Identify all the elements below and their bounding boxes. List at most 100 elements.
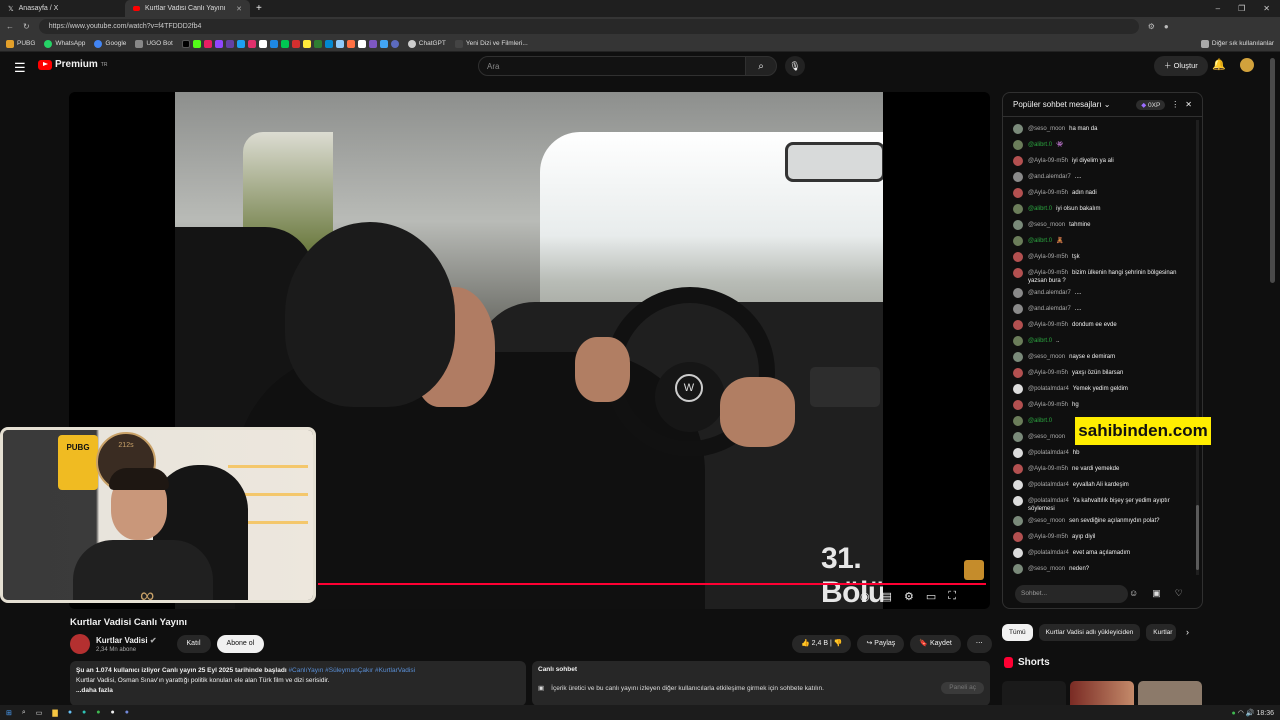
bookmark-icon[interactable]: [203, 39, 212, 48]
chat-message[interactable]: @seso_moon sen sevdiğine açılanmıydın pol…: [1003, 513, 1193, 529]
reload-icon[interactable]: ↻: [23, 22, 30, 31]
clock[interactable]: 18:36: [1256, 710, 1274, 717]
volume-icon[interactable]: 🔊: [1246, 710, 1255, 717]
like-button[interactable]: 👍 2,4 B | 👎: [792, 635, 852, 653]
bookmark-icon[interactable]: [225, 39, 234, 48]
subscribe-button[interactable]: Abone ol: [216, 635, 265, 653]
chat-message[interactable]: @polatalmdar4 Yemek yedim geldim: [1003, 381, 1193, 397]
chat-author-avatar[interactable]: [1013, 336, 1023, 346]
chat-author-avatar[interactable]: [1013, 204, 1023, 214]
chat-author-avatar[interactable]: [1013, 252, 1023, 262]
chevron-right-icon[interactable]: ›: [1186, 627, 1189, 637]
settings-gear-icon[interactable]: ⚙: [904, 590, 914, 603]
chat-author-avatar[interactable]: [1013, 532, 1023, 542]
chat-author-name[interactable]: @seso_moon: [1028, 222, 1065, 228]
chat-author-name[interactable]: @polatalmdar4: [1028, 450, 1069, 456]
wifi-icon[interactable]: ◠: [1238, 710, 1244, 717]
chat-input[interactable]: Sohbet...: [1015, 585, 1128, 603]
chat-author-name[interactable]: @seso_moon: [1028, 434, 1065, 440]
chat-author-avatar[interactable]: [1013, 464, 1023, 474]
autoplay-toggle-icon[interactable]: ◉: [860, 590, 870, 603]
app-icon[interactable]: ●: [96, 709, 100, 716]
chat-author-name[interactable]: @alibrt.0: [1028, 418, 1052, 424]
chat-message[interactable]: @alibrt.0..: [1003, 333, 1193, 349]
chat-author-name[interactable]: @alibrt.0: [1028, 338, 1052, 344]
new-tab-button[interactable]: +: [250, 3, 268, 14]
chat-author-avatar[interactable]: [1013, 236, 1023, 246]
back-icon[interactable]: ←: [6, 22, 14, 31]
hamburger-menu-icon[interactable]: ☰: [14, 60, 26, 76]
bookmark-icon[interactable]: [357, 39, 366, 48]
chat-message[interactable]: @Ayla-09-m5h tşk: [1003, 249, 1193, 265]
chat-message[interactable]: @Ayla-09-m5h bizim ülkenin hangi şehrinin…: [1003, 265, 1193, 285]
description-box[interactable]: Şu an 1.074 kullanıcı izliyor Canlı yayı…: [70, 661, 526, 706]
bookmark-icon[interactable]: [390, 39, 399, 48]
chip-kurtlar[interactable]: Kurtlar: [1146, 624, 1177, 641]
tiktok-icon[interactable]: [181, 39, 190, 48]
bookmark-icon[interactable]: [335, 39, 344, 48]
theater-mode-icon[interactable]: ▭: [926, 590, 936, 603]
chat-author-avatar[interactable]: [1013, 288, 1023, 298]
chat-message[interactable]: @alibrt.0 iyi olsun bakalım: [1003, 201, 1193, 217]
chat-author-name[interactable]: @Ayla-09-m5h: [1028, 402, 1068, 408]
edge-icon[interactable]: ●: [82, 709, 86, 716]
chat-message[interactable]: @polatalmdar4 Ya kahvaltılık bişey şer ye…: [1003, 493, 1193, 513]
chat-message[interactable]: @seso_moon tahmine: [1003, 217, 1193, 233]
chat-author-name[interactable]: @polatalmdar4: [1028, 498, 1069, 504]
bookmark-chatgpt[interactable]: ChatGPT: [407, 39, 446, 48]
bookmark-icon[interactable]: [368, 39, 377, 48]
subtitles-icon[interactable]: ▤: [882, 590, 892, 603]
bookmark-pubg[interactable]: PUBG: [6, 39, 35, 48]
profile-icon[interactable]: ●: [1164, 22, 1169, 31]
chat-author-avatar[interactable]: [1013, 124, 1023, 134]
super-chat-icon[interactable]: ▣: [1152, 588, 1161, 599]
chat-author-name[interactable]: @seso_moon: [1028, 126, 1065, 132]
bookmark-icon[interactable]: [291, 39, 300, 48]
windows-start-icon[interactable]: ⊞: [6, 709, 12, 717]
close-tab-icon[interactable]: ✕: [236, 5, 242, 13]
chat-message[interactable]: @Ayla-09-m5h hg: [1003, 397, 1193, 413]
chat-message[interactable]: @and.alemdar7....: [1003, 169, 1193, 185]
youtube-logo[interactable]: Premium TR: [38, 59, 107, 70]
app-icon[interactable]: ●: [111, 709, 115, 716]
chat-author-avatar[interactable]: [1013, 432, 1023, 442]
chat-author-avatar[interactable]: [1013, 368, 1023, 378]
chat-author-avatar[interactable]: [1013, 156, 1023, 166]
chat-author-name[interactable]: @polatalmdar4: [1028, 386, 1069, 392]
voice-search-button[interactable]: 🎙: [785, 56, 805, 76]
task-view-icon[interactable]: ▭: [36, 709, 43, 717]
chat-author-avatar[interactable]: [1013, 480, 1023, 490]
channel-avatar[interactable]: [70, 634, 90, 654]
chat-author-avatar[interactable]: [1013, 548, 1023, 558]
bookmark-yeni-dizi[interactable]: Yeni Dizi ve Filmleri...: [454, 39, 528, 48]
bookmark-icon[interactable]: [302, 39, 311, 48]
chat-message[interactable]: @Ayla-09-m5h ne vardi yemekde: [1003, 461, 1193, 477]
chat-author-avatar[interactable]: [1013, 448, 1023, 458]
kick-icon[interactable]: [192, 39, 201, 48]
chat-author-name[interactable]: @Ayla-09-m5h: [1028, 270, 1068, 276]
user-avatar[interactable]: [1240, 58, 1254, 72]
chat-author-name[interactable]: @alibrt.0: [1028, 142, 1052, 148]
bookmark-whatsapp[interactable]: WhatsApp: [44, 39, 85, 48]
chip-all[interactable]: Tümü: [1002, 624, 1033, 641]
bookmark-icon[interactable]: [324, 39, 333, 48]
chat-message[interactable]: @Ayla-09-m5h adın nadi: [1003, 185, 1193, 201]
bookmark-other-folder[interactable]: Diğer sık kullanılanlar: [1200, 39, 1274, 48]
chat-author-name[interactable]: @Ayla-09-m5h: [1028, 466, 1068, 472]
xp-badge[interactable]: ◆ 0XP: [1136, 99, 1166, 110]
browser-tab-youtube[interactable]: Kurtlar Vadisi Canlı Yayını - YouTube ✕: [125, 0, 250, 17]
chat-author-name[interactable]: @Ayla-09-m5h: [1028, 322, 1068, 328]
minimize-icon[interactable]: –: [1216, 4, 1220, 13]
notifications-bell-icon[interactable]: 🔔: [1212, 58, 1226, 71]
browser-tab-x[interactable]: 𝕏 Anasayfa / X: [0, 0, 125, 17]
bookmark-icon[interactable]: [379, 39, 388, 48]
twitch-icon[interactable]: [214, 39, 223, 48]
chat-author-avatar[interactable]: [1013, 416, 1023, 426]
chat-message[interactable]: @alibrt.0 🧸: [1003, 233, 1193, 249]
chat-author-name[interactable]: @and.alemdar7: [1028, 306, 1071, 312]
x-icon[interactable]: [258, 39, 267, 48]
chat-author-avatar[interactable]: [1013, 384, 1023, 394]
chat-author-avatar[interactable]: [1013, 400, 1023, 410]
chat-author-name[interactable]: @alibrt.0: [1028, 238, 1052, 244]
search-input[interactable]: Ara: [478, 56, 746, 76]
